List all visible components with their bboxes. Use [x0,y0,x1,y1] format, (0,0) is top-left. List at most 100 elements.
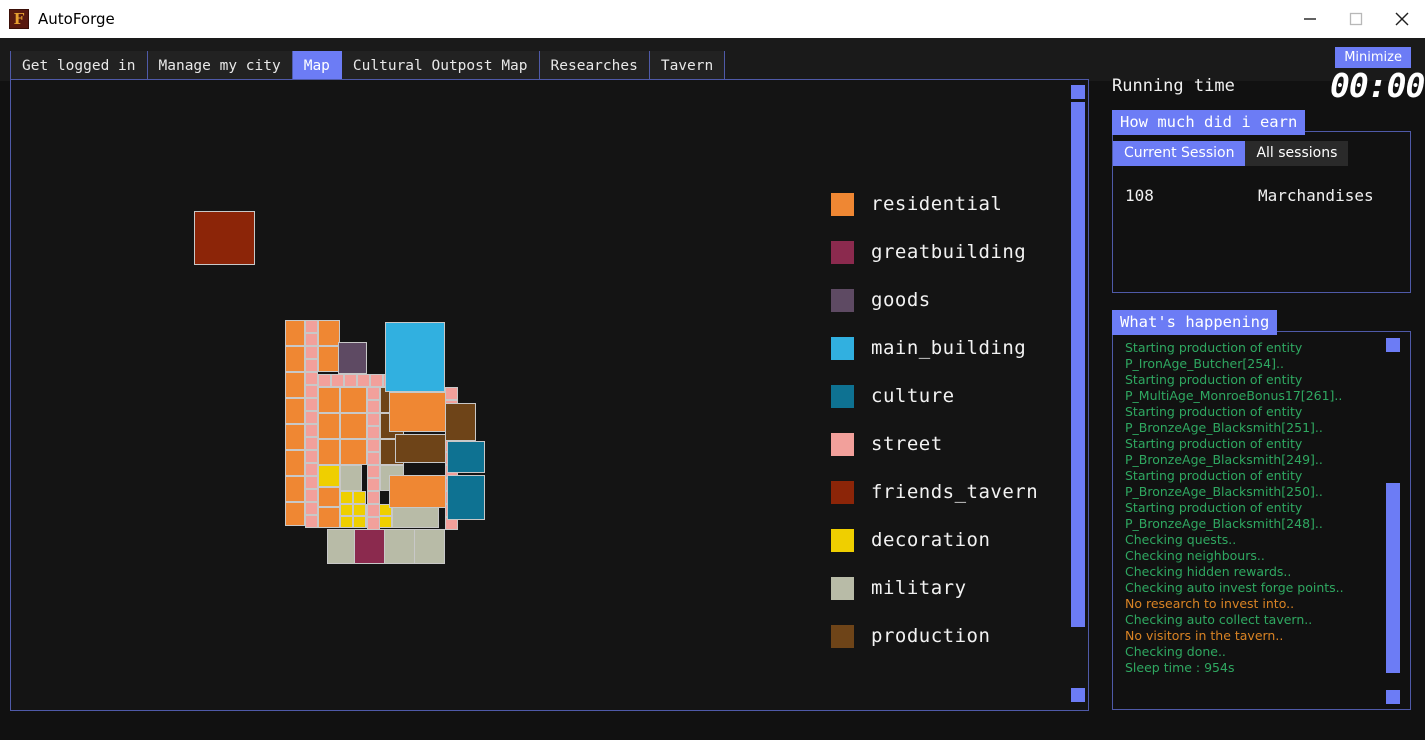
earnings-tab-all-sessions[interactable]: All sessions [1245,141,1349,166]
map-block-street[interactable] [357,374,370,387]
map-block-decoration[interactable] [318,465,340,487]
log-line: P_BronzeAge_Blacksmith[248].. [1125,516,1323,531]
map-block-culture[interactable] [447,441,485,473]
legend-label: decoration [871,529,991,551]
tab-manage-my-city[interactable]: Manage my city [147,51,293,81]
map-block-street[interactable] [367,491,380,504]
map-block-production[interactable] [445,403,476,441]
map-block-street[interactable] [305,515,318,528]
map-block-military[interactable] [340,465,362,491]
map-legend: residential greatbuilding goods main_buildi… [831,180,1038,660]
map-block-residential[interactable] [318,320,340,346]
map-block-street[interactable] [367,439,380,452]
map-block-residential[interactable] [285,502,305,526]
map-block-military[interactable] [414,529,445,564]
tab-researches[interactable]: Researches [539,51,650,81]
map-block-street[interactable] [305,437,318,450]
map-block-main-building[interactable] [385,322,445,392]
map-block-street[interactable] [305,489,318,502]
map-block-street[interactable] [305,372,318,385]
scroll-down-button[interactable] [1071,688,1085,702]
tab-map[interactable]: Map [292,51,342,81]
map-block-street[interactable] [305,346,318,359]
tab-cultural-outpost-map[interactable]: Cultural Outpost Map [341,51,540,81]
map-block-residential[interactable] [318,346,340,372]
map-block-street[interactable] [305,398,318,411]
map-block-decoration[interactable] [340,516,353,528]
tab-tavern[interactable]: Tavern [649,51,726,81]
map-block-street[interactable] [305,463,318,476]
map-block-street[interactable] [305,476,318,489]
map-block-friends-tavern[interactable] [194,211,255,265]
map-block-decoration[interactable] [353,504,366,516]
map-block-street[interactable] [445,387,458,400]
map-block-street[interactable] [305,359,318,372]
map-block-military[interactable] [327,529,357,564]
map-vertical-scrollbar[interactable] [1069,81,1087,709]
map-block-greatbuilding[interactable] [354,529,386,564]
map-block-decoration[interactable] [340,491,353,504]
map-block-residential[interactable] [285,424,305,450]
map-block-residential[interactable] [318,439,340,465]
map-block-residential[interactable] [285,320,305,346]
map-block-street[interactable] [305,502,318,515]
map-block-culture[interactable] [447,475,485,520]
log-scroll-down-button[interactable] [1386,690,1400,704]
map-block-decoration[interactable] [353,491,366,504]
scroll-up-button[interactable] [1071,85,1085,99]
log-header: What's happening [1112,310,1278,335]
map-block-goods[interactable] [338,342,367,374]
legend-swatch-icon [831,624,854,648]
earnings-tab-current-session[interactable]: Current Session [1113,141,1246,166]
map-block-residential[interactable] [285,372,305,398]
map-block-residential[interactable] [285,346,305,372]
log-scroll-thumb[interactable] [1386,483,1400,673]
map-block-street[interactable] [344,374,357,387]
legend-label: street [871,433,943,455]
map-block-decoration[interactable] [340,504,353,516]
map-block-residential[interactable] [318,387,340,413]
map-block-street[interactable] [305,450,318,463]
map-block-street[interactable] [331,374,344,387]
map-block-decoration[interactable] [353,516,366,528]
map-block-residential[interactable] [340,387,367,413]
title-bar: AutoForge [0,0,1425,38]
map-block-street[interactable] [367,400,380,413]
map-block-residential[interactable] [318,487,340,507]
legend-swatch-icon [831,336,854,360]
map-block-residential[interactable] [285,398,305,424]
map-block-residential[interactable] [318,507,340,528]
close-icon[interactable] [1379,0,1425,38]
map-block-residential[interactable] [285,476,305,502]
map-block-residential[interactable] [285,450,305,476]
map-block-street[interactable] [370,374,383,387]
map-block-residential[interactable] [340,439,367,465]
map-block-military[interactable] [384,529,416,564]
legend-item-residential: residential [831,180,1038,228]
map-block-street[interactable] [305,385,318,398]
maximize-icon[interactable] [1333,0,1379,38]
tab-get-logged-in[interactable]: Get logged in [10,51,148,81]
map-block-street[interactable] [367,426,380,439]
map-block-street[interactable] [305,411,318,424]
log-scroll-up-button[interactable] [1386,338,1400,352]
map-block-street[interactable] [367,387,380,400]
map-block-decoration[interactable] [379,516,392,528]
scroll-thumb[interactable] [1071,102,1085,627]
map-block-street[interactable] [367,504,380,517]
map-block-street[interactable] [305,320,318,333]
log-line: Starting production of entity [1125,468,1303,483]
map-block-street[interactable] [367,478,380,491]
map-block-residential[interactable] [340,413,367,439]
minimize-icon[interactable] [1287,0,1333,38]
map-block-street[interactable] [305,424,318,437]
map-block-street[interactable] [318,374,331,387]
map-block-street[interactable] [305,333,318,346]
map-block-street[interactable] [367,413,380,426]
legend-label: military [871,577,967,599]
map-block-residential[interactable] [318,413,340,439]
map-block-street[interactable] [367,465,380,478]
minimize-button[interactable]: Minimize [1335,47,1411,68]
log-vertical-scrollbar[interactable] [1386,338,1400,704]
map-block-street[interactable] [367,452,380,465]
